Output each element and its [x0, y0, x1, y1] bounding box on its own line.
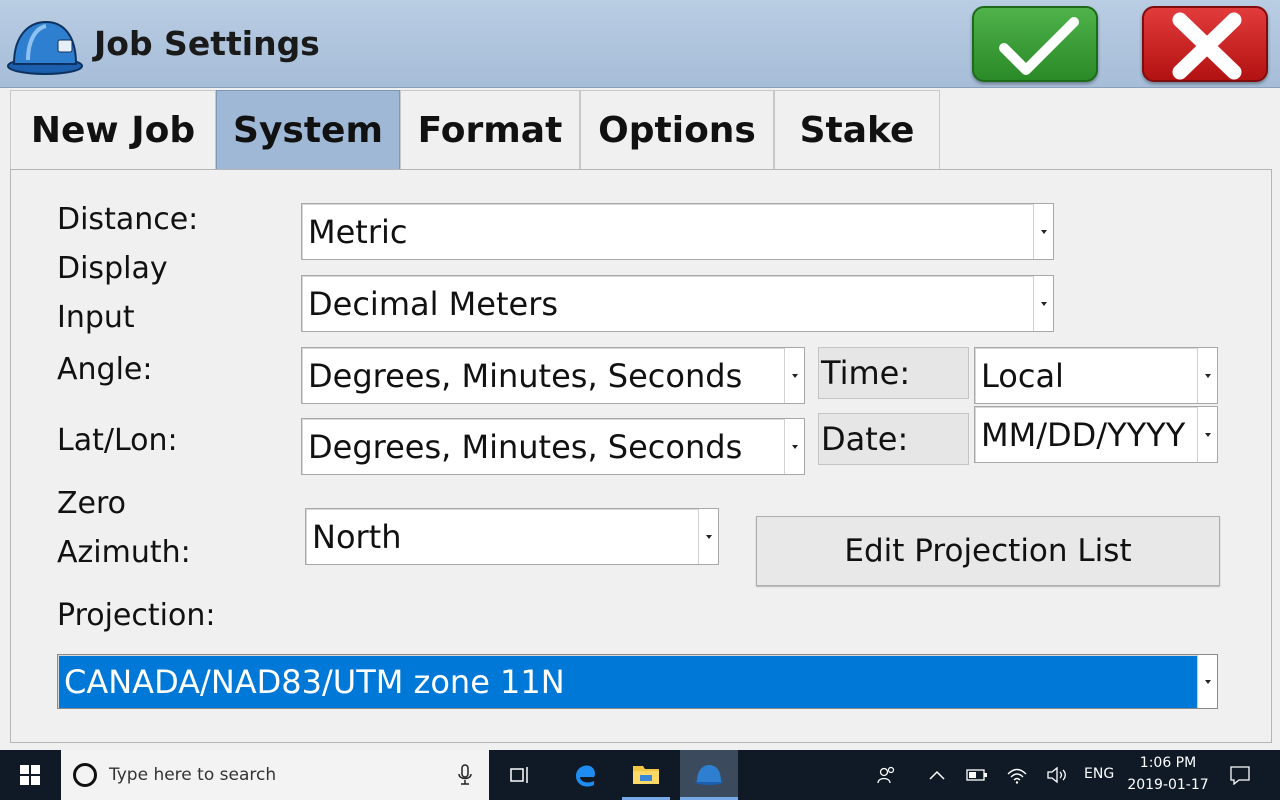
chevron-down-icon[interactable] — [698, 509, 718, 564]
distance-display-value: Metric — [308, 212, 408, 251]
edit-projection-list-button[interactable]: Edit Projection List — [756, 516, 1220, 586]
azimuth-label: Azimuth: — [57, 535, 191, 570]
tab-system[interactable]: System — [216, 90, 400, 170]
angle-value: Degrees, Minutes, Seconds — [308, 356, 743, 395]
zero-azimuth-value: North — [312, 517, 402, 556]
zero-azimuth-dropdown[interactable]: North — [305, 508, 719, 565]
chevron-down-icon[interactable] — [1197, 348, 1217, 403]
microphone-icon[interactable] — [457, 764, 473, 786]
projection-label: Projection: — [57, 598, 216, 633]
tab-new-job[interactable]: New Job — [10, 90, 216, 170]
cancel-button[interactable] — [1142, 6, 1268, 82]
notifications-icon[interactable] — [1222, 750, 1258, 800]
wifi-icon[interactable] — [1002, 750, 1032, 800]
language-indicator[interactable]: ENG — [1084, 766, 1114, 782]
taskbar: Type here to search ENG 1:06 PM 2019-01-… — [0, 750, 1280, 800]
latlon-value: Degrees, Minutes, Seconds — [308, 427, 743, 466]
window-title: Job Settings — [94, 24, 320, 63]
task-view-icon[interactable] — [497, 750, 543, 800]
tab-stake[interactable]: Stake — [774, 90, 940, 170]
title-bar: Job Settings — [0, 0, 1280, 88]
chevron-down-icon[interactable] — [784, 419, 804, 474]
distance-input-value: Decimal Meters — [308, 284, 559, 323]
time-label: Time: — [818, 347, 969, 399]
display-label: Display — [57, 251, 168, 286]
chevron-down-icon[interactable] — [1197, 655, 1217, 708]
angle-dropdown[interactable]: Degrees, Minutes, Seconds — [301, 347, 805, 404]
date-value: MM/DD/YYYY — [981, 415, 1186, 454]
angle-label: Angle: — [57, 352, 153, 387]
windows-icon — [20, 765, 40, 785]
latlon-label: Lat/Lon: — [57, 423, 178, 458]
chevron-down-icon[interactable] — [1033, 204, 1053, 259]
battery-icon[interactable] — [962, 750, 992, 800]
distance-display-dropdown[interactable]: Metric — [301, 203, 1054, 260]
input-label: Input — [57, 300, 135, 335]
taskbar-search[interactable]: Type here to search — [61, 750, 489, 800]
chevron-down-icon[interactable] — [784, 348, 804, 403]
cortana-icon — [73, 763, 97, 787]
time-value: Local — [981, 356, 1064, 395]
start-button[interactable] — [0, 750, 60, 800]
tab-format[interactable]: Format — [400, 90, 580, 170]
tab-options[interactable]: Options — [580, 90, 774, 170]
chevron-up-icon[interactable] — [924, 750, 950, 800]
x-icon — [1172, 12, 1242, 80]
people-icon[interactable] — [872, 750, 902, 800]
edge-icon[interactable] — [562, 750, 608, 800]
distance-label: Distance: — [57, 202, 199, 237]
chevron-down-icon[interactable] — [1033, 276, 1053, 331]
date-label: Date: — [818, 413, 969, 465]
clock-date[interactable]: 2019-01-17 — [1126, 777, 1210, 793]
hard-hat-icon — [6, 14, 84, 76]
chevron-down-icon[interactable] — [1197, 407, 1217, 462]
projection-value: CANADA/NAD83/UTM zone 11N — [64, 662, 565, 701]
latlon-dropdown[interactable]: Degrees, Minutes, Seconds — [301, 418, 805, 475]
volume-icon[interactable] — [1042, 750, 1072, 800]
projection-dropdown[interactable]: CANADA/NAD83/UTM zone 11N — [57, 654, 1218, 709]
date-dropdown[interactable]: MM/DD/YYYY — [974, 406, 1218, 463]
hard-hat-app-icon[interactable] — [680, 750, 738, 800]
file-explorer-icon[interactable] — [622, 750, 670, 800]
time-dropdown[interactable]: Local — [974, 347, 1218, 404]
checkmark-icon — [999, 17, 1079, 75]
distance-input-dropdown[interactable]: Decimal Meters — [301, 275, 1054, 332]
clock-time[interactable]: 1:06 PM — [1133, 755, 1203, 771]
ok-button[interactable] — [972, 6, 1098, 82]
zero-label: Zero — [57, 486, 127, 521]
search-placeholder: Type here to search — [109, 765, 277, 785]
